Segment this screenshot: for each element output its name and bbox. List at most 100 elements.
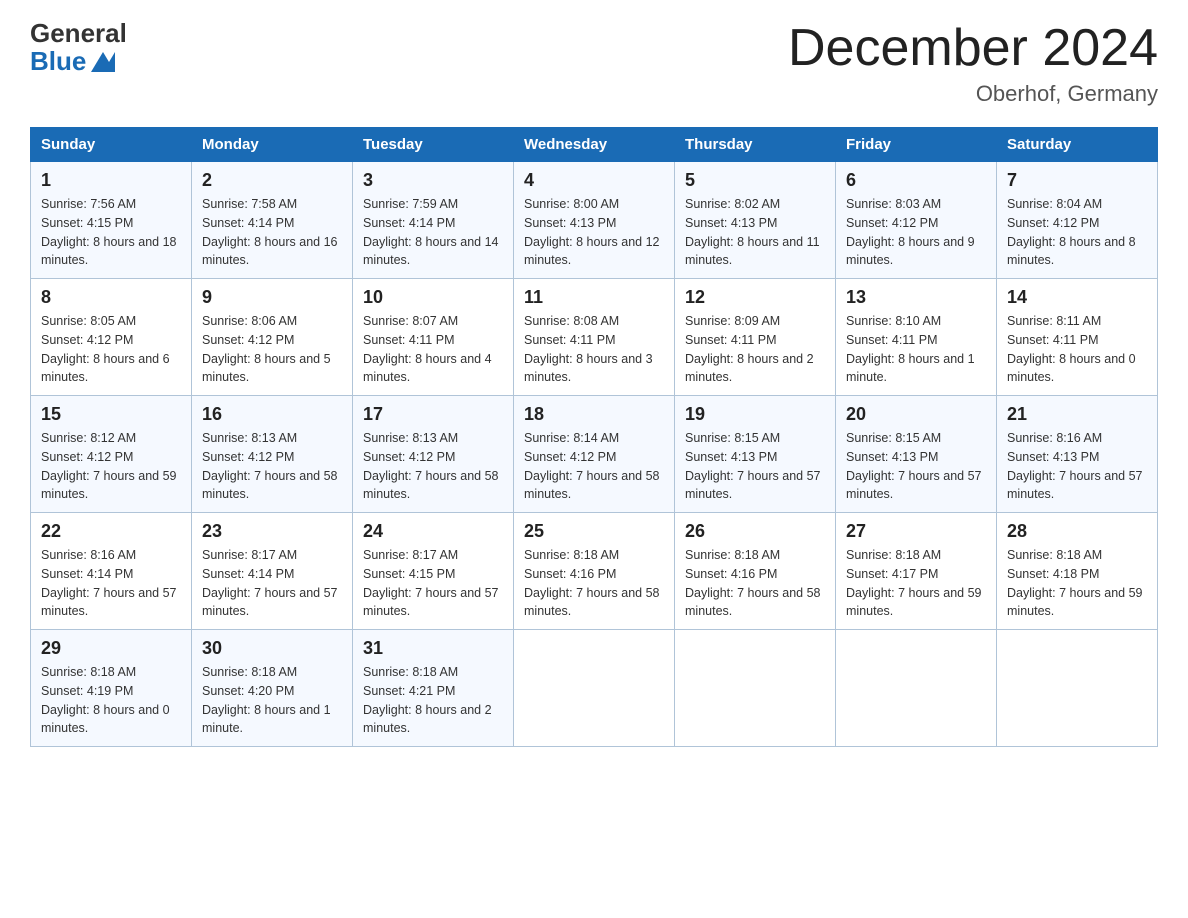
calendar-cell: 22 Sunrise: 8:16 AMSunset: 4:14 PMDaylig… <box>31 513 192 630</box>
calendar-cell: 8 Sunrise: 8:05 AMSunset: 4:12 PMDayligh… <box>31 279 192 396</box>
day-info: Sunrise: 8:12 AMSunset: 4:12 PMDaylight:… <box>41 431 177 501</box>
day-info: Sunrise: 8:13 AMSunset: 4:12 PMDaylight:… <box>363 431 499 501</box>
calendar-cell: 27 Sunrise: 8:18 AMSunset: 4:17 PMDaylig… <box>836 513 997 630</box>
day-info: Sunrise: 8:10 AMSunset: 4:11 PMDaylight:… <box>846 314 975 384</box>
calendar-table: SundayMondayTuesdayWednesdayThursdayFrid… <box>30 127 1158 747</box>
calendar-cell: 14 Sunrise: 8:11 AMSunset: 4:11 PMDaylig… <box>997 279 1158 396</box>
day-number: 21 <box>1007 404 1147 425</box>
calendar-cell: 17 Sunrise: 8:13 AMSunset: 4:12 PMDaylig… <box>353 396 514 513</box>
calendar-cell: 3 Sunrise: 7:59 AMSunset: 4:14 PMDayligh… <box>353 162 514 279</box>
day-info: Sunrise: 8:18 AMSunset: 4:16 PMDaylight:… <box>685 548 821 618</box>
day-number: 18 <box>524 404 664 425</box>
day-number: 5 <box>685 170 825 191</box>
calendar-cell: 5 Sunrise: 8:02 AMSunset: 4:13 PMDayligh… <box>675 162 836 279</box>
logo-blue-text: Blue <box>30 46 115 77</box>
day-info: Sunrise: 7:59 AMSunset: 4:14 PMDaylight:… <box>363 197 499 267</box>
day-info: Sunrise: 8:13 AMSunset: 4:12 PMDaylight:… <box>202 431 338 501</box>
col-header-tuesday: Tuesday <box>353 128 514 162</box>
day-info: Sunrise: 8:14 AMSunset: 4:12 PMDaylight:… <box>524 431 660 501</box>
col-header-wednesday: Wednesday <box>514 128 675 162</box>
day-info: Sunrise: 8:02 AMSunset: 4:13 PMDaylight:… <box>685 197 820 267</box>
calendar-cell: 11 Sunrise: 8:08 AMSunset: 4:11 PMDaylig… <box>514 279 675 396</box>
calendar-cell: 23 Sunrise: 8:17 AMSunset: 4:14 PMDaylig… <box>192 513 353 630</box>
day-number: 14 <box>1007 287 1147 308</box>
calendar-cell: 21 Sunrise: 8:16 AMSunset: 4:13 PMDaylig… <box>997 396 1158 513</box>
calendar-cell: 24 Sunrise: 8:17 AMSunset: 4:15 PMDaylig… <box>353 513 514 630</box>
day-info: Sunrise: 8:18 AMSunset: 4:17 PMDaylight:… <box>846 548 982 618</box>
day-info: Sunrise: 7:58 AMSunset: 4:14 PMDaylight:… <box>202 197 338 267</box>
calendar-cell: 1 Sunrise: 7:56 AMSunset: 4:15 PMDayligh… <box>31 162 192 279</box>
day-info: Sunrise: 8:09 AMSunset: 4:11 PMDaylight:… <box>685 314 814 384</box>
calendar-cell: 20 Sunrise: 8:15 AMSunset: 4:13 PMDaylig… <box>836 396 997 513</box>
day-number: 6 <box>846 170 986 191</box>
col-header-sunday: Sunday <box>31 128 192 162</box>
calendar-week-row: 1 Sunrise: 7:56 AMSunset: 4:15 PMDayligh… <box>31 162 1158 279</box>
day-number: 22 <box>41 521 181 542</box>
logo-icon <box>91 52 115 72</box>
logo: General Blue <box>30 20 127 77</box>
calendar-week-row: 22 Sunrise: 8:16 AMSunset: 4:14 PMDaylig… <box>31 513 1158 630</box>
month-title: December 2024 <box>788 20 1158 77</box>
calendar-cell: 16 Sunrise: 8:13 AMSunset: 4:12 PMDaylig… <box>192 396 353 513</box>
day-info: Sunrise: 8:18 AMSunset: 4:20 PMDaylight:… <box>202 665 331 735</box>
day-info: Sunrise: 8:16 AMSunset: 4:13 PMDaylight:… <box>1007 431 1143 501</box>
day-number: 16 <box>202 404 342 425</box>
day-info: Sunrise: 8:00 AMSunset: 4:13 PMDaylight:… <box>524 197 660 267</box>
day-number: 13 <box>846 287 986 308</box>
col-header-monday: Monday <box>192 128 353 162</box>
day-number: 19 <box>685 404 825 425</box>
calendar-week-row: 15 Sunrise: 8:12 AMSunset: 4:12 PMDaylig… <box>31 396 1158 513</box>
calendar-cell: 31 Sunrise: 8:18 AMSunset: 4:21 PMDaylig… <box>353 630 514 747</box>
day-number: 23 <box>202 521 342 542</box>
day-number: 11 <box>524 287 664 308</box>
day-info: Sunrise: 8:18 AMSunset: 4:19 PMDaylight:… <box>41 665 170 735</box>
calendar-cell: 7 Sunrise: 8:04 AMSunset: 4:12 PMDayligh… <box>997 162 1158 279</box>
day-info: Sunrise: 8:16 AMSunset: 4:14 PMDaylight:… <box>41 548 177 618</box>
col-header-thursday: Thursday <box>675 128 836 162</box>
calendar-cell: 4 Sunrise: 8:00 AMSunset: 4:13 PMDayligh… <box>514 162 675 279</box>
day-number: 28 <box>1007 521 1147 542</box>
day-number: 17 <box>363 404 503 425</box>
day-number: 25 <box>524 521 664 542</box>
calendar-cell: 9 Sunrise: 8:06 AMSunset: 4:12 PMDayligh… <box>192 279 353 396</box>
day-info: Sunrise: 7:56 AMSunset: 4:15 PMDaylight:… <box>41 197 177 267</box>
day-info: Sunrise: 8:15 AMSunset: 4:13 PMDaylight:… <box>685 431 821 501</box>
day-number: 15 <box>41 404 181 425</box>
calendar-cell: 29 Sunrise: 8:18 AMSunset: 4:19 PMDaylig… <box>31 630 192 747</box>
calendar-cell <box>997 630 1158 747</box>
calendar-cell <box>836 630 997 747</box>
day-info: Sunrise: 8:07 AMSunset: 4:11 PMDaylight:… <box>363 314 492 384</box>
day-info: Sunrise: 8:17 AMSunset: 4:15 PMDaylight:… <box>363 548 499 618</box>
page-header: General Blue December 2024 Oberhof, Germ… <box>30 20 1158 107</box>
calendar-cell: 15 Sunrise: 8:12 AMSunset: 4:12 PMDaylig… <box>31 396 192 513</box>
calendar-cell: 18 Sunrise: 8:14 AMSunset: 4:12 PMDaylig… <box>514 396 675 513</box>
day-number: 7 <box>1007 170 1147 191</box>
location-text: Oberhof, Germany <box>788 81 1158 107</box>
day-info: Sunrise: 8:15 AMSunset: 4:13 PMDaylight:… <box>846 431 982 501</box>
day-number: 10 <box>363 287 503 308</box>
logo-general-text: General <box>30 20 127 46</box>
day-number: 26 <box>685 521 825 542</box>
calendar-cell: 6 Sunrise: 8:03 AMSunset: 4:12 PMDayligh… <box>836 162 997 279</box>
calendar-cell: 28 Sunrise: 8:18 AMSunset: 4:18 PMDaylig… <box>997 513 1158 630</box>
day-number: 30 <box>202 638 342 659</box>
col-header-saturday: Saturday <box>997 128 1158 162</box>
day-info: Sunrise: 8:08 AMSunset: 4:11 PMDaylight:… <box>524 314 653 384</box>
calendar-cell: 13 Sunrise: 8:10 AMSunset: 4:11 PMDaylig… <box>836 279 997 396</box>
calendar-week-row: 8 Sunrise: 8:05 AMSunset: 4:12 PMDayligh… <box>31 279 1158 396</box>
day-info: Sunrise: 8:06 AMSunset: 4:12 PMDaylight:… <box>202 314 331 384</box>
day-info: Sunrise: 8:11 AMSunset: 4:11 PMDaylight:… <box>1007 314 1136 384</box>
day-number: 12 <box>685 287 825 308</box>
calendar-cell: 2 Sunrise: 7:58 AMSunset: 4:14 PMDayligh… <box>192 162 353 279</box>
day-info: Sunrise: 8:03 AMSunset: 4:12 PMDaylight:… <box>846 197 975 267</box>
day-info: Sunrise: 8:17 AMSunset: 4:14 PMDaylight:… <box>202 548 338 618</box>
day-info: Sunrise: 8:18 AMSunset: 4:16 PMDaylight:… <box>524 548 660 618</box>
calendar-cell <box>675 630 836 747</box>
calendar-cell: 12 Sunrise: 8:09 AMSunset: 4:11 PMDaylig… <box>675 279 836 396</box>
calendar-header-row: SundayMondayTuesdayWednesdayThursdayFrid… <box>31 128 1158 162</box>
day-number: 3 <box>363 170 503 191</box>
calendar-cell: 25 Sunrise: 8:18 AMSunset: 4:16 PMDaylig… <box>514 513 675 630</box>
calendar-cell: 10 Sunrise: 8:07 AMSunset: 4:11 PMDaylig… <box>353 279 514 396</box>
day-number: 4 <box>524 170 664 191</box>
day-number: 27 <box>846 521 986 542</box>
